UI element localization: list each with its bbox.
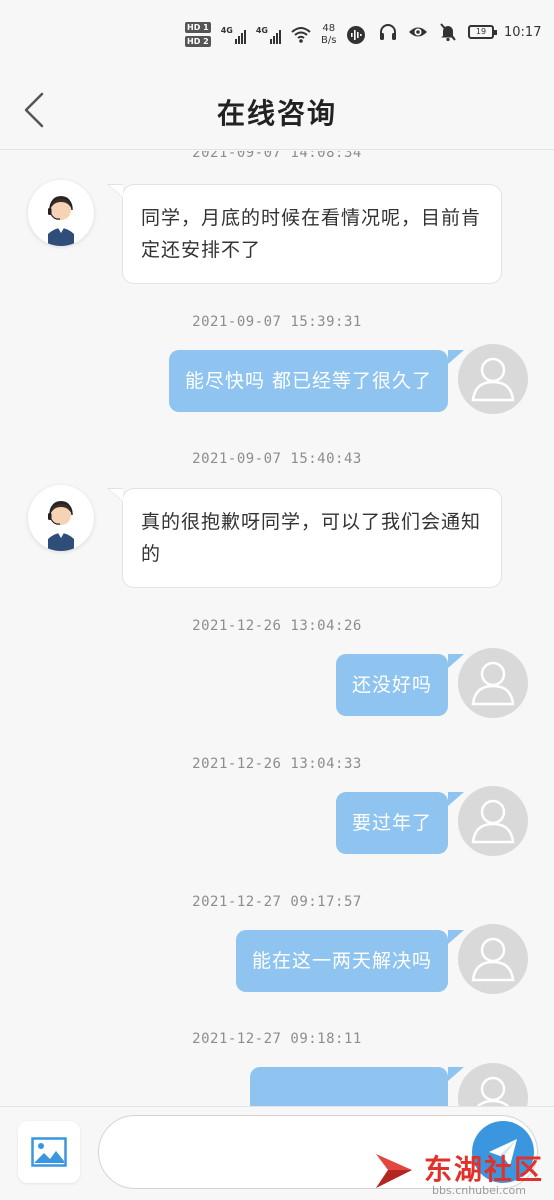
sim2-label: 4G [255, 25, 268, 35]
user-avatar[interactable] [458, 648, 528, 718]
message-timestamp: 2021-09-07 14:08:34 [192, 151, 362, 161]
default-user-avatar [471, 937, 515, 982]
watermark-name: 东湖社区 [424, 1153, 545, 1186]
header-bar: 在线咨询 [0, 70, 554, 150]
watermark-url: bbs.cnhubei.com [432, 1184, 526, 1197]
agent-avatar[interactable] [28, 485, 94, 551]
hd-indicators: HD 1 HD 2 [185, 22, 211, 47]
message-timestamp: 2021-09-07 15:39:31 [192, 314, 362, 330]
user-avatar[interactable] [458, 924, 528, 994]
user-message-bubble: 要过年了 [335, 792, 465, 854]
customer-service-agent-avatar [48, 501, 74, 551]
speed-unit: B/s [320, 34, 337, 46]
battery-icon: 19 [468, 25, 497, 39]
user-message-bubble: 能尽快吗 都已经等了很久了 [168, 350, 465, 412]
message-timestamp: 2021-12-26 13:04:33 [192, 756, 362, 772]
default-user-avatar [476, 1076, 510, 1106]
user-avatar[interactable] [458, 344, 528, 414]
mute-bell-icon [440, 23, 456, 42]
user-message-bubble: 还没好吗 [335, 654, 465, 716]
headphones-icon [380, 24, 396, 40]
network-speed: 48 B/s [321, 23, 336, 47]
image-upload-button[interactable] [18, 1121, 80, 1183]
user-message-bubble: 能在这一两天解决吗 [235, 930, 465, 992]
clock-time: 10:17 [504, 24, 542, 40]
image-icon [31, 1137, 67, 1167]
speed-value: 48 [322, 22, 336, 34]
default-user-avatar [471, 661, 515, 706]
site-watermark: 东湖社区 bbs.cnhubei.com [372, 1138, 554, 1200]
hd2-badge: HD 2 [185, 36, 211, 47]
hd1-badge: HD 1 [185, 22, 211, 33]
default-user-avatar [471, 357, 515, 402]
agent-message-bubble: 同学，月底的时候在看情况呢，目前肯定还安排不了 [107, 184, 502, 284]
signal-icon-sim1: 4G [221, 26, 246, 44]
customer-service-agent-avatar [48, 196, 74, 246]
message-timestamp: 2021-12-27 09:17:57 [192, 894, 362, 910]
message-timestamp: 2021-12-26 13:04:26 [192, 618, 362, 634]
wifi-icon [291, 26, 311, 43]
user-message-bubble [250, 1067, 464, 1106]
message-timestamp: 2021-12-27 09:18:11 [192, 1031, 362, 1047]
voice-assistant-icon [347, 25, 366, 44]
eye-comfort-icon [409, 27, 427, 37]
page-title: 在线咨询 [216, 97, 337, 130]
user-avatar[interactable] [458, 786, 528, 856]
watermark-logo-icon [376, 1154, 412, 1188]
default-user-avatar [471, 799, 515, 844]
status-bar: HD 1 HD 2 4G 4G 48 B/s 19 10:17 [0, 0, 554, 70]
signal-icon-sim2: 4G [256, 26, 281, 44]
user-avatar[interactable] [458, 1063, 528, 1106]
agent-message-bubble: 真的很抱歉呀同学，可以了我们会通知的 [107, 488, 502, 588]
message-timestamp: 2021-09-07 15:40:43 [192, 451, 362, 467]
status-bar-right: 19 10:17 [378, 22, 541, 42]
agent-avatar[interactable] [28, 180, 94, 246]
sim1-label: 4G [220, 25, 233, 35]
chat-scroll-area[interactable]: 2021-09-07 14:08:34 同学，月底的时候在看情况呢，目前肯定还安… [0, 151, 554, 1106]
status-bar-left: HD 1 HD 2 4G 4G 48 B/s [185, 22, 366, 47]
